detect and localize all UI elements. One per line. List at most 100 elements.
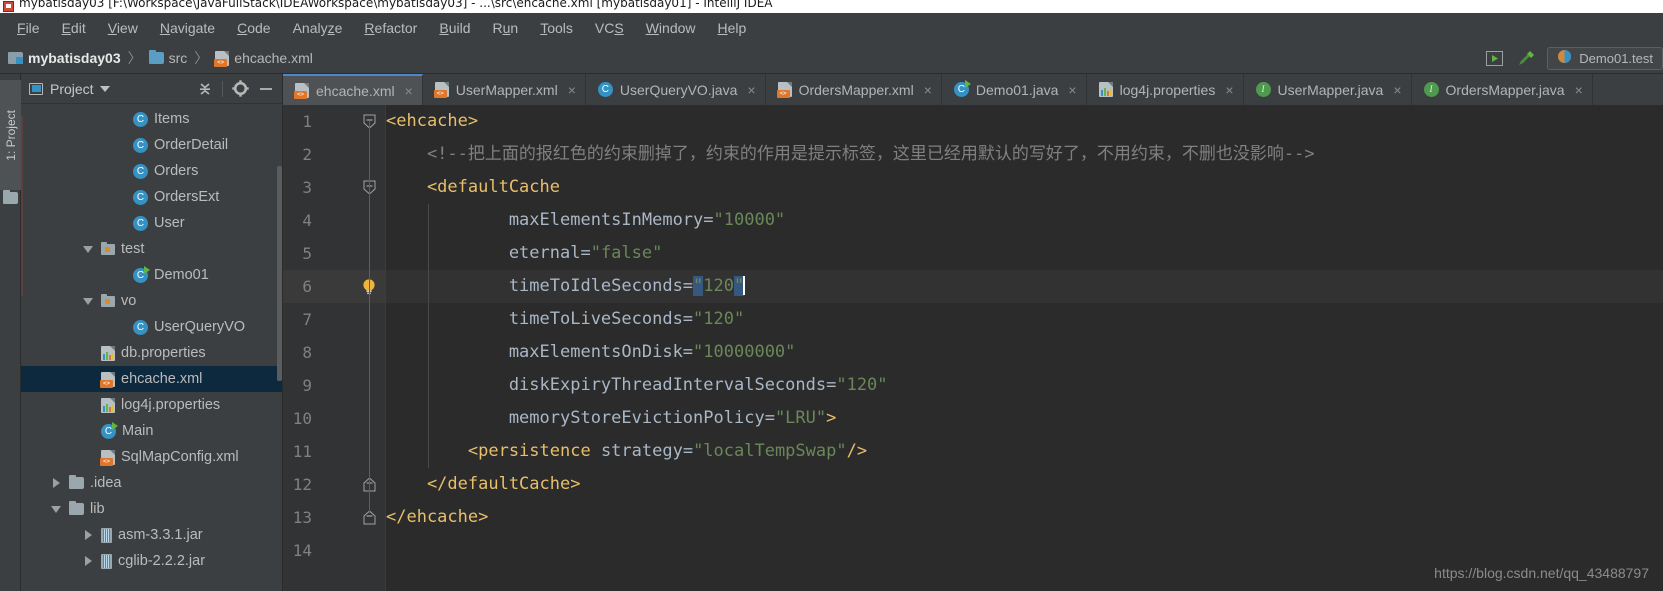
- menu-item-help[interactable]: Help: [707, 17, 758, 39]
- menu-item-edit[interactable]: Edit: [51, 17, 97, 39]
- close-icon[interactable]: ×: [1225, 82, 1233, 98]
- close-icon[interactable]: ×: [568, 82, 576, 98]
- tool-window-button-project[interactable]: 1: Project: [0, 80, 21, 190]
- code-line-8[interactable]: maxElementsOnDisk="10000000": [386, 336, 796, 369]
- tree-item-sqlmapconfig-xml[interactable]: SqlMapConfig.xml: [21, 444, 282, 470]
- gear-icon[interactable]: [228, 77, 252, 101]
- class-icon: [597, 82, 613, 97]
- tree-item-label: lib: [90, 501, 105, 517]
- menu-item-code[interactable]: Code: [226, 17, 281, 39]
- run-configuration-selector[interactable]: Demo01.test: [1547, 46, 1663, 70]
- code-token: maxElementsInMemory=: [386, 210, 714, 230]
- tree-toggle-collapsed[interactable]: [81, 528, 95, 542]
- code-editor[interactable]: 1 2 3 4 5 6 7 8 9 10 11 12 13 14 <ehcache> <!--把上面的报红…: [283, 105, 1663, 591]
- chevron-down-icon[interactable]: [99, 85, 110, 92]
- code-line-9[interactable]: diskExpiryThreadIntervalSeconds="120": [386, 369, 888, 402]
- menu-item-window[interactable]: Window: [635, 17, 707, 39]
- code-token: "120": [836, 375, 888, 395]
- tree-item-items[interactable]: Items: [21, 106, 282, 132]
- menu-item-view[interactable]: View: [97, 17, 149, 39]
- close-icon[interactable]: ×: [747, 82, 755, 98]
- editor-tab-demo01-java[interactable]: Demo01.java ×: [942, 74, 1087, 105]
- tree-item-lib[interactable]: lib: [21, 496, 282, 522]
- chevron-down-icon[interactable]: [83, 297, 93, 305]
- run-icon[interactable]: [1483, 47, 1505, 69]
- tree-item-db-properties[interactable]: db.properties: [21, 340, 282, 366]
- code-line-4[interactable]: maxElementsInMemory="10000": [386, 204, 785, 237]
- code-line-6[interactable]: timeToIdleSeconds="120": [386, 270, 1663, 303]
- build-hammer-icon[interactable]: [1515, 47, 1537, 69]
- editor-tab-usermapper-xml[interactable]: UserMapper.xml ×: [423, 74, 586, 105]
- xml-file-icon: [214, 50, 230, 67]
- text-caret: [743, 276, 746, 295]
- tree-item-label: UserQueryVO: [154, 319, 246, 335]
- hide-icon[interactable]: [254, 77, 278, 101]
- close-icon[interactable]: ×: [1068, 82, 1076, 98]
- code-line-13[interactable]: </ehcache>: [386, 501, 488, 534]
- code-line-3[interactable]: <defaultCache: [386, 171, 560, 204]
- code-line-2[interactable]: <!--把上面的报红色的约束删掉了，约束的作用是提示标签，这里已经用默认的写好了…: [386, 138, 1315, 171]
- menu-item-navigate[interactable]: Navigate: [149, 17, 226, 39]
- menu-item-file[interactable]: File: [6, 17, 51, 39]
- tree-item-cglib-2-2-2-jar[interactable]: cglib-2.2.2.jar: [21, 548, 282, 574]
- tree-toggle-expanded[interactable]: [49, 502, 63, 516]
- tree-item-main[interactable]: Main: [21, 418, 282, 444]
- breadcrumb-item-ehcache-xml[interactable]: ehcache.xml: [214, 50, 313, 67]
- tree-item-log4j-properties[interactable]: log4j.properties: [21, 392, 282, 418]
- editor-tab-ehcache-xml[interactable]: ehcache.xml ×: [283, 74, 423, 105]
- chevron-right-icon[interactable]: [84, 556, 92, 566]
- tree-item-user[interactable]: User: [21, 210, 282, 236]
- source-folder-icon: [101, 293, 115, 307]
- menu-mnemonic: S: [614, 20, 624, 36]
- code-text[interactable]: <ehcache> <!--把上面的报红色的约束删掉了，约束的作用是提示标签，这…: [386, 105, 1663, 591]
- close-icon[interactable]: ×: [405, 83, 413, 99]
- tree-item-asm-3-3-1-jar[interactable]: asm-3.3.1.jar: [21, 522, 282, 548]
- tree-item-test[interactable]: test: [21, 236, 282, 262]
- menu-item-analyze[interactable]: Analyze: [282, 17, 354, 39]
- breadcrumb-item-src[interactable]: src: [148, 50, 187, 66]
- code-line-1[interactable]: <ehcache>: [386, 105, 478, 138]
- tree-item-ehcache-xml[interactable]: ehcache.xml: [21, 366, 282, 392]
- tree-toggle-expanded[interactable]: [81, 294, 95, 308]
- line-number: 4: [302, 211, 312, 230]
- chevron-right-icon[interactable]: [84, 530, 92, 540]
- close-icon[interactable]: ×: [924, 82, 932, 98]
- tree-item-userqueryvo[interactable]: UserQueryVO: [21, 314, 282, 340]
- tree-item-ordersext[interactable]: OrdersExt: [21, 184, 282, 210]
- chevron-down-icon[interactable]: [83, 245, 93, 253]
- menu-mnemonic: C: [237, 20, 248, 36]
- close-icon[interactable]: ×: [1575, 82, 1583, 98]
- tree-item-orders[interactable]: Orders: [21, 158, 282, 184]
- editor-tab-usermapper-java[interactable]: UserMapper.java ×: [1244, 74, 1412, 105]
- editor-tab-userqueryvo-java[interactable]: UserQueryVO.java ×: [586, 74, 766, 105]
- code-line-10[interactable]: memoryStoreEvictionPolicy="LRU">: [386, 402, 837, 435]
- editor-tab-ordersmapper-xml[interactable]: OrdersMapper.xml ×: [766, 74, 942, 105]
- editor-tab-log4j-properties[interactable]: log4j.properties ×: [1087, 74, 1244, 105]
- editor-gutter[interactable]: 1 2 3 4 5 6 7 8 9 10 11 12 13 14: [283, 105, 386, 591]
- menu-item-refactor[interactable]: Refactor: [353, 17, 428, 39]
- editor-tab-ordersmapper-java[interactable]: OrdersMapper.java ×: [1412, 74, 1593, 105]
- code-line-12[interactable]: </defaultCache>: [386, 468, 581, 501]
- menu-item-tools[interactable]: Tools: [529, 17, 584, 39]
- code-line-11[interactable]: <persistence strategy="localTempSwap"/>: [386, 435, 867, 468]
- folder-icon[interactable]: [3, 190, 18, 204]
- collapse-all-icon[interactable]: [193, 77, 217, 101]
- menu-bar: File Edit View Navigate Code Analyze Refactor B…: [0, 13, 1663, 43]
- code-line-7[interactable]: timeToLiveSeconds="120": [386, 303, 744, 336]
- menu-item-vcs[interactable]: VCS: [584, 17, 635, 39]
- tree-item--idea[interactable]: .idea: [21, 470, 282, 496]
- menu-item-build[interactable]: Build: [428, 17, 481, 39]
- project-panel-scrollbar[interactable]: [277, 166, 282, 381]
- tree-item-vo[interactable]: vo: [21, 288, 282, 314]
- tree-item-demo01[interactable]: Demo01: [21, 262, 282, 288]
- tree-toggle-collapsed[interactable]: [81, 554, 95, 568]
- close-icon[interactable]: ×: [1393, 82, 1401, 98]
- menu-item-run[interactable]: Run: [482, 17, 530, 39]
- tree-toggle-expanded[interactable]: [81, 242, 95, 256]
- tree-item-orderdetail[interactable]: OrderDetail: [21, 132, 282, 158]
- chevron-right-icon[interactable]: [52, 478, 60, 488]
- breadcrumb-item-mybatisday03[interactable]: mybatisday03: [8, 50, 121, 66]
- tree-toggle-collapsed[interactable]: [49, 476, 63, 490]
- chevron-down-icon[interactable]: [51, 505, 61, 513]
- class-icon: [133, 137, 148, 153]
